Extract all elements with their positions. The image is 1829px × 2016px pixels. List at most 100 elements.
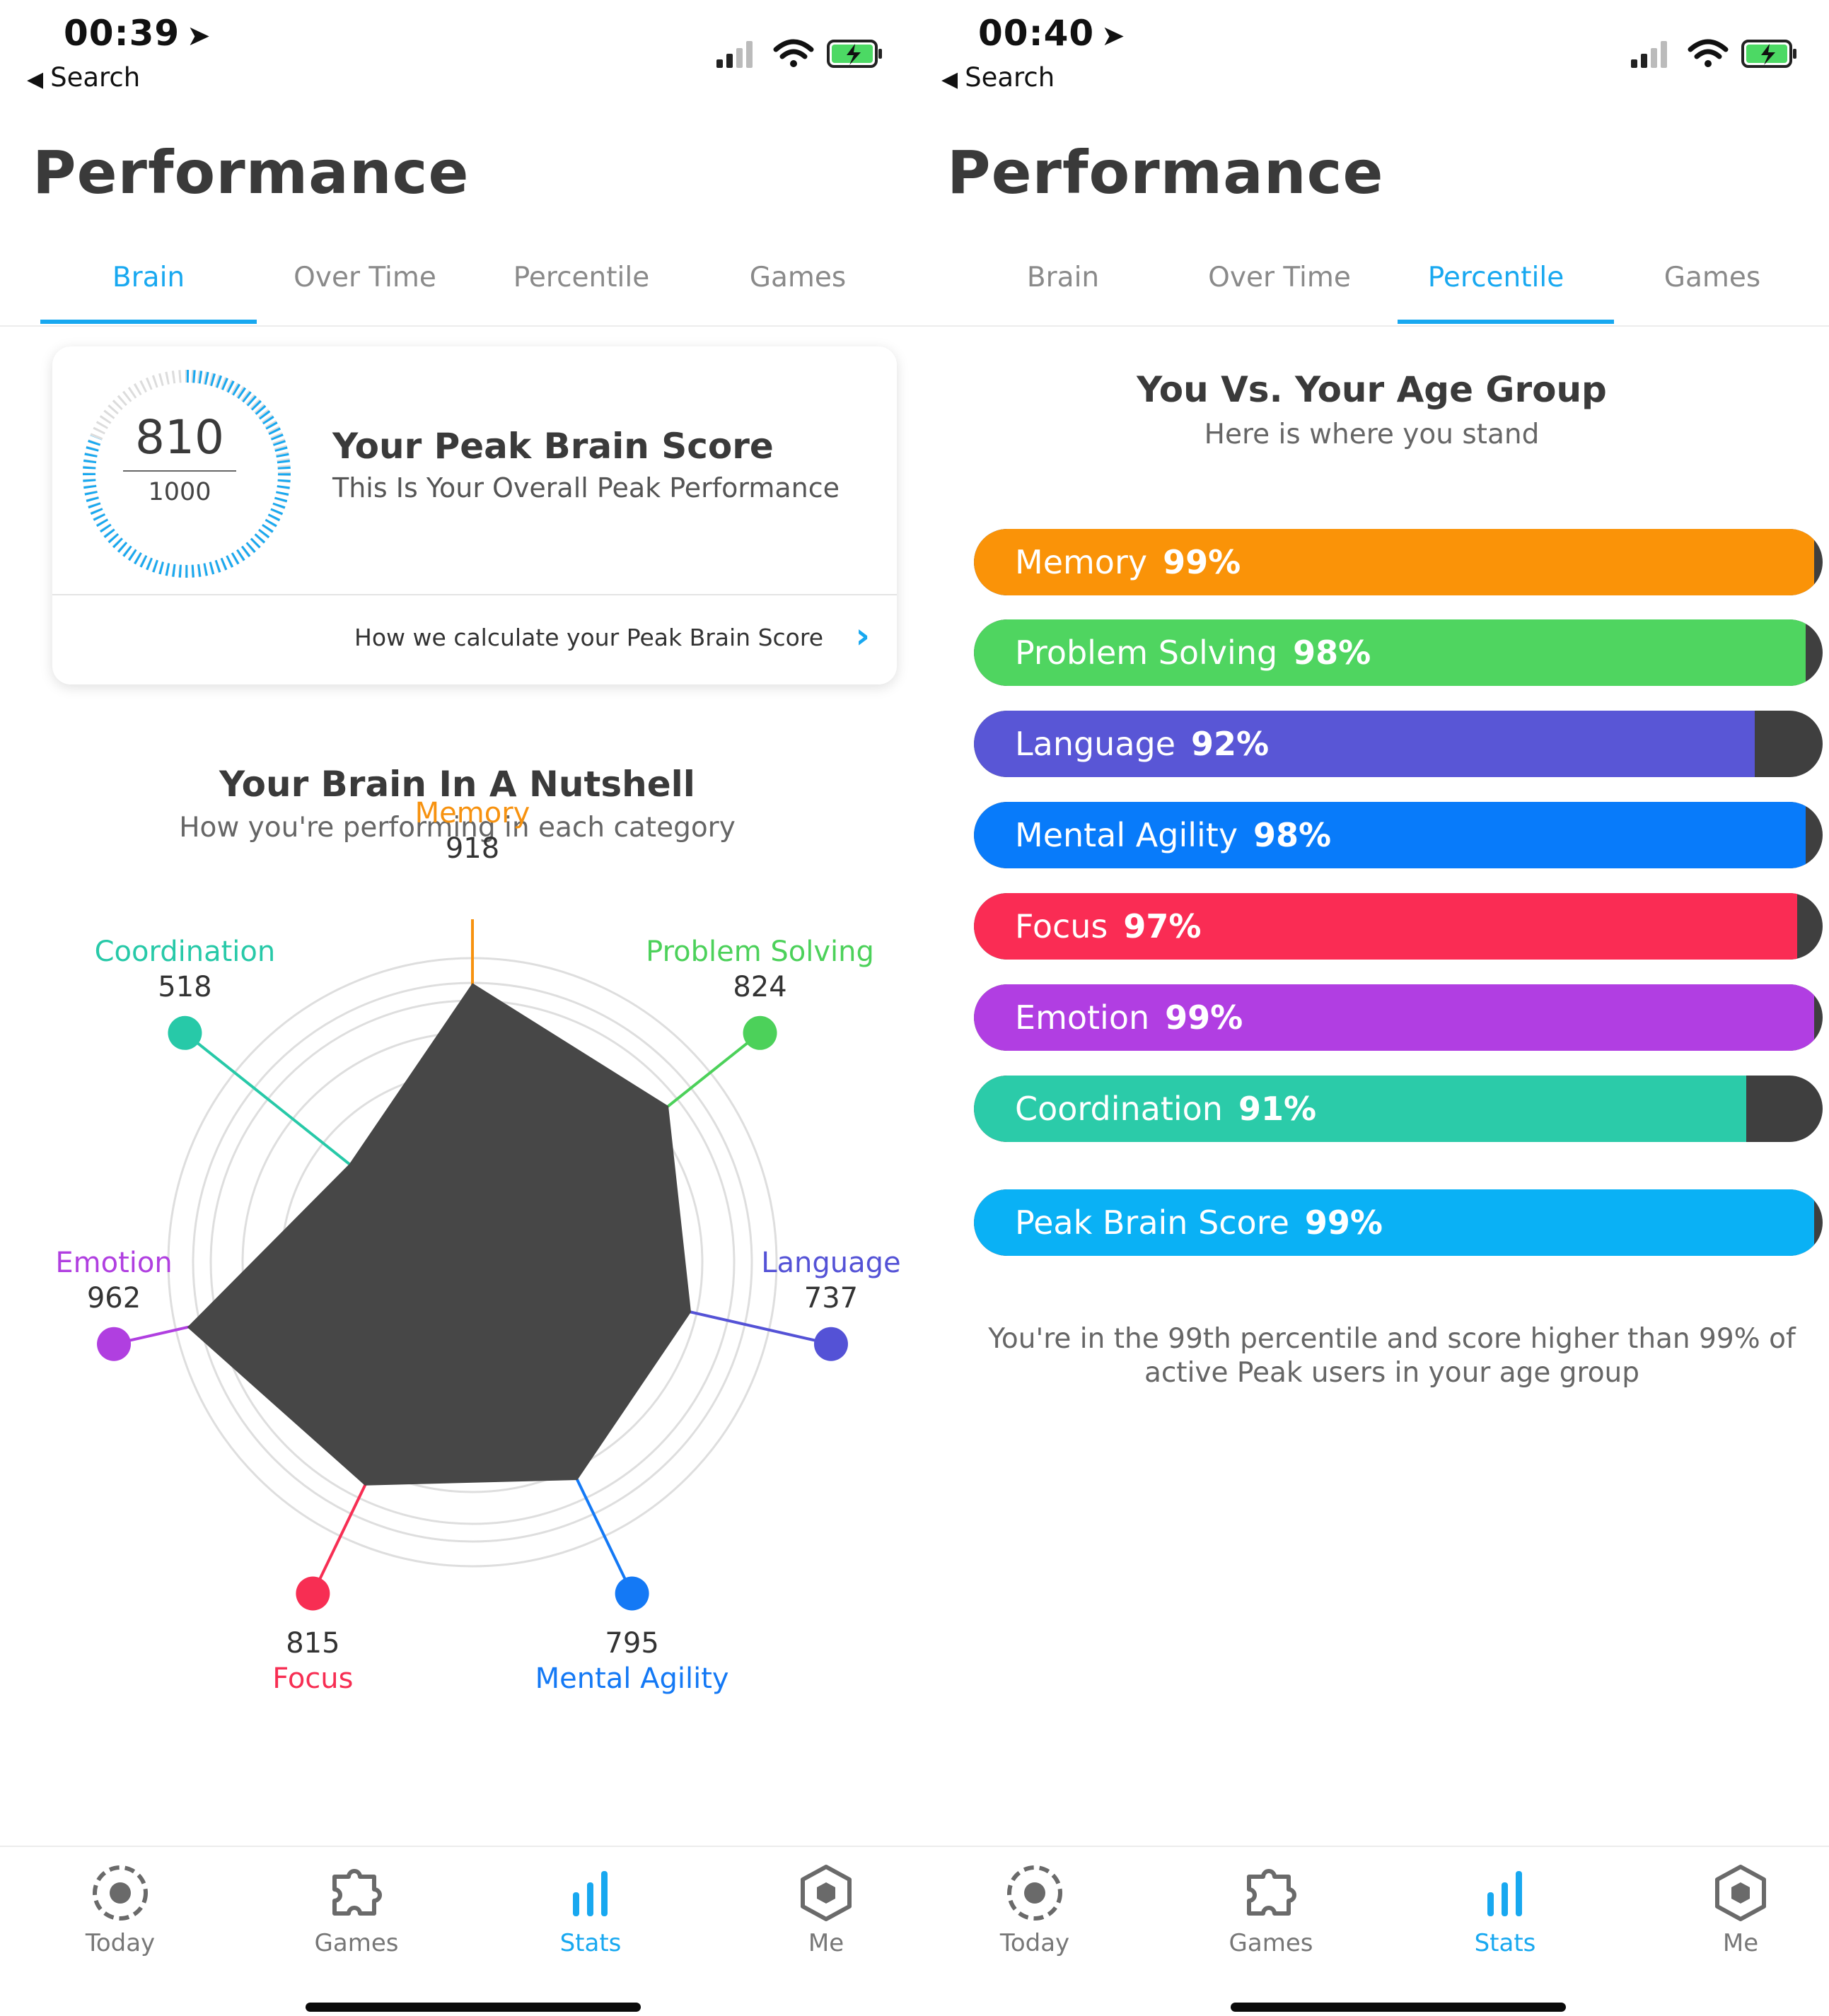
tab-brain[interactable]: Brain: [40, 262, 257, 293]
card-divider: [52, 594, 897, 595]
nav-today[interactable]: Today: [964, 1861, 1105, 1957]
radar-dot-language[interactable]: [813, 1327, 848, 1361]
status-icons: [1631, 39, 1796, 68]
radar-label-focus: 815 Focus: [171, 1626, 454, 1696]
nav-games[interactable]: Games: [286, 1861, 427, 1957]
nav-me[interactable]: Me: [755, 1861, 897, 1957]
nav-stats[interactable]: Stats: [520, 1861, 661, 1957]
peak-score-max: 1000: [148, 478, 211, 506]
percentile-bar-emotion: Emotion 99%: [974, 984, 1823, 1051]
percentile-value: 99%: [1163, 543, 1241, 581]
back-to-search-button[interactable]: ◀ Search: [941, 62, 1055, 93]
radar-dot-mental-agility[interactable]: [615, 1576, 649, 1611]
radar-dot-coordination[interactable]: [168, 1015, 202, 1050]
radar-dot-focus[interactable]: [296, 1576, 330, 1611]
tab-bar: Brain Over Time Percentile Games: [914, 240, 1829, 327]
nav-label: Me: [1722, 1929, 1759, 1957]
nav-stats[interactable]: Stats: [1434, 1861, 1576, 1957]
percentile-bar-label: Problem Solving 98%: [1015, 634, 1371, 672]
today-icon: [964, 1861, 1105, 1925]
battery-charging-icon: [1741, 40, 1796, 68]
stats-icon: [1434, 1861, 1576, 1925]
status-time: 00:40 ➤: [978, 13, 1126, 54]
back-triangle-icon: ◀: [27, 67, 44, 92]
percentile-bar-coordination: Coordination 91%: [974, 1076, 1823, 1142]
peak-score-card: 810 1000 Your Peak Brain Score This Is Y…: [52, 346, 897, 684]
puzzle-icon: [1200, 1861, 1342, 1925]
brain-screen: 00:39 ➤ ◀ Search Performance Brain Over Ti…: [0, 0, 914, 2016]
percentile-bar-label: Focus 97%: [1015, 907, 1201, 945]
nav-label: Games: [1229, 1929, 1313, 1957]
score-fraction-line: [123, 470, 236, 472]
tab-games[interactable]: Games: [1604, 262, 1821, 293]
bottom-tab-bar: Today Games Stats Me: [914, 1846, 1829, 2016]
nav-label: Stats: [559, 1929, 622, 1957]
home-indicator: [1231, 2003, 1566, 2012]
percentile-value: 99%: [1304, 1204, 1383, 1242]
percentile-bar-memory: Memory 99%: [974, 529, 1823, 595]
active-tab-indicator: [1398, 320, 1614, 324]
radar-label-emotion: Emotion 962: [0, 1245, 255, 1316]
peak-score-subtitle: This Is Your Overall Peak Performance: [332, 472, 840, 503]
tab-brain[interactable]: Brain: [955, 262, 1171, 293]
page-title: Performance: [947, 138, 1384, 207]
radar-chart: [97, 919, 848, 1611]
tab-percentile[interactable]: Percentile: [473, 262, 690, 293]
wifi-icon: [1688, 39, 1729, 67]
percentile-category-name: Problem Solving: [1015, 634, 1278, 672]
nav-today[interactable]: Today: [50, 1861, 191, 1957]
how-we-calculate-link[interactable]: How we calculate your Peak Brain Score: [354, 624, 823, 651]
battery-charging-icon: [827, 40, 882, 68]
radar-category-name: Problem Solving: [646, 935, 874, 968]
bottom-tab-bar: Today Games Stats Me: [0, 1846, 914, 2016]
back-to-search-button[interactable]: ◀ Search: [27, 62, 140, 93]
percentile-category-name: Peak Brain Score: [1015, 1204, 1289, 1242]
radar-category-score: 518: [158, 970, 212, 1003]
hexagon-icon: [1670, 1861, 1811, 1925]
today-icon: [50, 1861, 191, 1925]
tab-games[interactable]: Games: [690, 262, 906, 293]
radar-category-score: 815: [286, 1626, 340, 1660]
radar-label-problem-solving: Problem Solving 824: [619, 934, 902, 1005]
percentile-bar-label: Memory 99%: [1015, 543, 1241, 581]
percentile-category-name: Language: [1015, 725, 1176, 763]
radar-label-mental-agility: 795 Mental Agility: [491, 1626, 774, 1696]
radar-dot-problem-solving[interactable]: [743, 1015, 777, 1050]
chevron-right-icon[interactable]: ›: [855, 615, 870, 656]
nav-games[interactable]: Games: [1200, 1861, 1342, 1957]
radar-category-name: Memory: [414, 797, 530, 829]
percentile-category-name: Coordination: [1015, 1090, 1223, 1128]
puzzle-icon: [286, 1861, 427, 1925]
percentile-category-name: Mental Agility: [1015, 816, 1238, 854]
back-label: Search: [50, 62, 141, 93]
percentile-value: 91%: [1238, 1090, 1317, 1128]
tab-over-time[interactable]: Over Time: [1171, 262, 1388, 293]
percentile-bar-problem-solving: Problem Solving 98%: [974, 619, 1823, 686]
back-label: Search: [965, 62, 1055, 93]
stats-icon: [520, 1861, 661, 1925]
location-arrow-icon: ➤: [187, 20, 211, 52]
percentile-bar-label: Emotion 99%: [1015, 998, 1243, 1037]
nav-label: Me: [808, 1929, 844, 1957]
radar-category-score: 962: [86, 1281, 141, 1315]
status-time: 00:39 ➤: [64, 13, 211, 54]
home-indicator: [306, 2003, 641, 2012]
percentile-bar-label: Language 92%: [1015, 725, 1269, 763]
radar-category-name: Language: [761, 1246, 901, 1279]
percentile-bar-label: Peak Brain Score 99%: [1015, 1204, 1383, 1242]
percentile-value: 98%: [1253, 816, 1332, 854]
nav-me[interactable]: Me: [1670, 1861, 1811, 1957]
signal-icon: [1631, 41, 1667, 68]
radar-label-coordination: Coordination 518: [43, 934, 326, 1005]
tab-over-time[interactable]: Over Time: [257, 262, 473, 293]
percentile-screen: 00:40 ➤ ◀ Search Performance Brain Over Ti…: [914, 0, 1829, 2016]
radar-category-score: 918: [445, 832, 500, 865]
radar-category-score: 737: [803, 1281, 859, 1315]
percentile-summary: You're in the 99th percentile and score …: [988, 1323, 1796, 1389]
radar-dot-emotion[interactable]: [97, 1327, 132, 1361]
radar-category-name: Focus: [272, 1662, 354, 1695]
tab-percentile[interactable]: Percentile: [1388, 262, 1604, 293]
page-title: Performance: [33, 138, 470, 207]
nav-label: Today: [999, 1929, 1070, 1957]
age-group-subtitle: Here is where you stand: [1204, 419, 1540, 450]
